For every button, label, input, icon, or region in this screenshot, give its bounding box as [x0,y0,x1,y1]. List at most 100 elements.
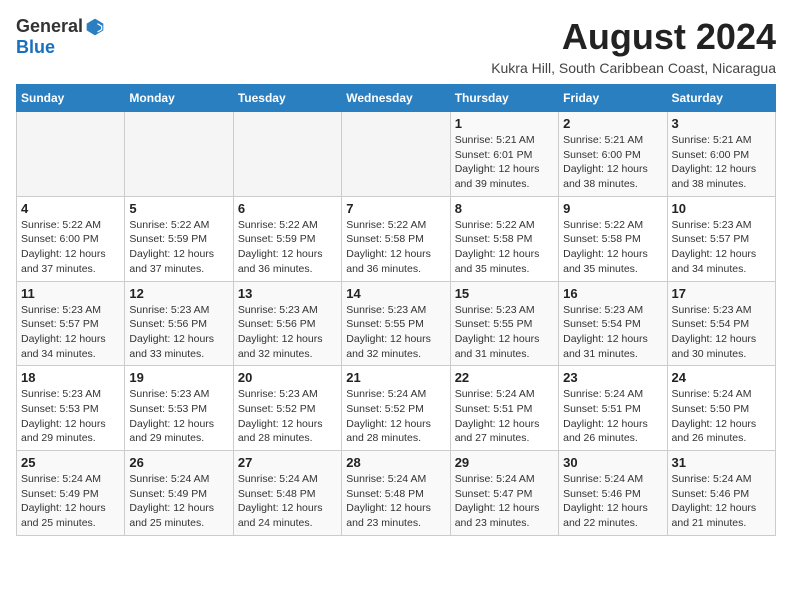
day-info: Sunrise: 5:23 AMSunset: 5:54 PMDaylight:… [672,303,771,362]
day-info: Sunrise: 5:24 AMSunset: 5:47 PMDaylight:… [455,472,554,531]
day-number: 13 [238,286,337,301]
day-number: 31 [672,455,771,470]
header-day-friday: Friday [559,85,667,112]
day-number: 23 [563,370,662,385]
calendar-cell: 22Sunrise: 5:24 AMSunset: 5:51 PMDayligh… [450,366,558,451]
day-number: 12 [129,286,228,301]
calendar-cell: 9 Sunrise: 5:22 AMSunset: 5:58 PMDaylight… [559,196,667,281]
day-number: 4 [21,201,120,216]
day-number: 8 [455,201,554,216]
day-number: 22 [455,370,554,385]
week-row-2: 4 Sunrise: 5:22 AMSunset: 6:00 PMDaylight… [17,196,776,281]
day-number: 17 [672,286,771,301]
calendar-cell: 20 Sunrise: 5:23 AMSunset: 5:52 PMDayligh… [233,366,341,451]
calendar-cell: 4 Sunrise: 5:22 AMSunset: 6:00 PMDaylight… [17,196,125,281]
day-info: Sunrise: 5:23 AMSunset: 5:52 PMDaylight:… [238,387,337,446]
header-day-tuesday: Tuesday [233,85,341,112]
day-number: 18 [21,370,120,385]
calendar-cell: 13Sunrise: 5:23 AMSunset: 5:56 PMDayligh… [233,281,341,366]
day-info: Sunrise: 5:23 AMSunset: 5:57 PMDaylight:… [672,218,771,277]
header-day-thursday: Thursday [450,85,558,112]
day-info: Sunrise: 5:21 AMSunset: 6:00 PMDaylight:… [672,133,771,192]
calendar-cell: 23 Sunrise: 5:24 AMSunset: 5:51 PMDayligh… [559,366,667,451]
calendar-cell: 26 Sunrise: 5:24 AMSunset: 5:49 PMDayligh… [125,451,233,536]
calendar-cell: 21 Sunrise: 5:24 AMSunset: 5:52 PMDayligh… [342,366,450,451]
day-info: Sunrise: 5:22 AMSunset: 5:59 PMDaylight:… [238,218,337,277]
logo: General Blue [16,16,105,58]
calendar-cell [233,112,341,197]
calendar-cell: 18 Sunrise: 5:23 AMSunset: 5:53 PMDayligh… [17,366,125,451]
location: Kukra Hill, South Caribbean Coast, Nicar… [491,60,776,76]
day-number: 14 [346,286,445,301]
day-info: Sunrise: 5:24 AMSunset: 5:51 PMDaylight:… [563,387,662,446]
day-info: Sunrise: 5:24 AMSunset: 5:49 PMDaylight:… [129,472,228,531]
calendar-cell: 1Sunrise: 5:21 AMSunset: 6:01 PMDaylight… [450,112,558,197]
calendar-cell: 3 Sunrise: 5:21 AMSunset: 6:00 PMDaylight… [667,112,775,197]
week-row-5: 25Sunrise: 5:24 AMSunset: 5:49 PMDayligh… [17,451,776,536]
title-block: August 2024 Kukra Hill, South Caribbean … [491,16,776,76]
day-number: 20 [238,370,337,385]
calendar-cell: 27 Sunrise: 5:24 AMSunset: 5:48 PMDayligh… [233,451,341,536]
day-info: Sunrise: 5:22 AMSunset: 6:00 PMDaylight:… [21,218,120,277]
day-info: Sunrise: 5:23 AMSunset: 5:53 PMDaylight:… [21,387,120,446]
day-info: Sunrise: 5:22 AMSunset: 5:58 PMDaylight:… [346,218,445,277]
week-row-1: 1Sunrise: 5:21 AMSunset: 6:01 PMDaylight… [17,112,776,197]
day-info: Sunrise: 5:23 AMSunset: 5:54 PMDaylight:… [563,303,662,362]
day-number: 7 [346,201,445,216]
day-number: 26 [129,455,228,470]
day-info: Sunrise: 5:24 AMSunset: 5:46 PMDaylight:… [672,472,771,531]
calendar-cell: 12 Sunrise: 5:23 AMSunset: 5:56 PMDayligh… [125,281,233,366]
day-info: Sunrise: 5:22 AMSunset: 5:59 PMDaylight:… [129,218,228,277]
day-number: 29 [455,455,554,470]
calendar-cell: 11Sunrise: 5:23 AMSunset: 5:57 PMDayligh… [17,281,125,366]
day-info: Sunrise: 5:23 AMSunset: 5:56 PMDaylight:… [129,303,228,362]
calendar-cell: 5 Sunrise: 5:22 AMSunset: 5:59 PMDaylight… [125,196,233,281]
calendar-cell: 25Sunrise: 5:24 AMSunset: 5:49 PMDayligh… [17,451,125,536]
day-number: 11 [21,286,120,301]
day-number: 30 [563,455,662,470]
day-number: 27 [238,455,337,470]
day-number: 3 [672,116,771,131]
calendar-cell: 15Sunrise: 5:23 AMSunset: 5:55 PMDayligh… [450,281,558,366]
day-number: 10 [672,201,771,216]
week-row-4: 18 Sunrise: 5:23 AMSunset: 5:53 PMDayligh… [17,366,776,451]
calendar-cell: 7 Sunrise: 5:22 AMSunset: 5:58 PMDaylight… [342,196,450,281]
day-number: 6 [238,201,337,216]
header-row: SundayMondayTuesdayWednesdayThursdayFrid… [17,85,776,112]
day-info: Sunrise: 5:21 AMSunset: 6:00 PMDaylight:… [563,133,662,192]
day-number: 2 [563,116,662,131]
day-info: Sunrise: 5:22 AMSunset: 5:58 PMDaylight:… [563,218,662,277]
day-info: Sunrise: 5:24 AMSunset: 5:52 PMDaylight:… [346,387,445,446]
day-number: 19 [129,370,228,385]
calendar-cell: 19 Sunrise: 5:23 AMSunset: 5:53 PMDayligh… [125,366,233,451]
day-number: 28 [346,455,445,470]
calendar-cell: 8 Sunrise: 5:22 AMSunset: 5:58 PMDaylight… [450,196,558,281]
day-info: Sunrise: 5:24 AMSunset: 5:50 PMDaylight:… [672,387,771,446]
logo-general: General [16,16,83,37]
header-day-sunday: Sunday [17,85,125,112]
day-info: Sunrise: 5:24 AMSunset: 5:49 PMDaylight:… [21,472,120,531]
calendar-cell: 16 Sunrise: 5:23 AMSunset: 5:54 PMDayligh… [559,281,667,366]
day-info: Sunrise: 5:22 AMSunset: 5:58 PMDaylight:… [455,218,554,277]
day-number: 24 [672,370,771,385]
day-number: 9 [563,201,662,216]
day-number: 16 [563,286,662,301]
month-year: August 2024 [491,16,776,58]
logo-blue: Blue [16,37,55,58]
calendar-cell: 10 Sunrise: 5:23 AMSunset: 5:57 PMDayligh… [667,196,775,281]
calendar-cell: 2 Sunrise: 5:21 AMSunset: 6:00 PMDaylight… [559,112,667,197]
day-number: 5 [129,201,228,216]
calendar-cell: 24 Sunrise: 5:24 AMSunset: 5:50 PMDayligh… [667,366,775,451]
calendar-cell: 6 Sunrise: 5:22 AMSunset: 5:59 PMDaylight… [233,196,341,281]
day-info: Sunrise: 5:23 AMSunset: 5:53 PMDaylight:… [129,387,228,446]
day-info: Sunrise: 5:24 AMSunset: 5:48 PMDaylight:… [238,472,337,531]
week-row-3: 11Sunrise: 5:23 AMSunset: 5:57 PMDayligh… [17,281,776,366]
calendar-cell [17,112,125,197]
header-day-saturday: Saturday [667,85,775,112]
day-number: 21 [346,370,445,385]
day-info: Sunrise: 5:21 AMSunset: 6:01 PMDaylight:… [455,133,554,192]
calendar-cell: 30Sunrise: 5:24 AMSunset: 5:46 PMDayligh… [559,451,667,536]
day-number: 15 [455,286,554,301]
page-header: General Blue August 2024 Kukra Hill, Sou… [16,16,776,76]
calendar-cell [125,112,233,197]
